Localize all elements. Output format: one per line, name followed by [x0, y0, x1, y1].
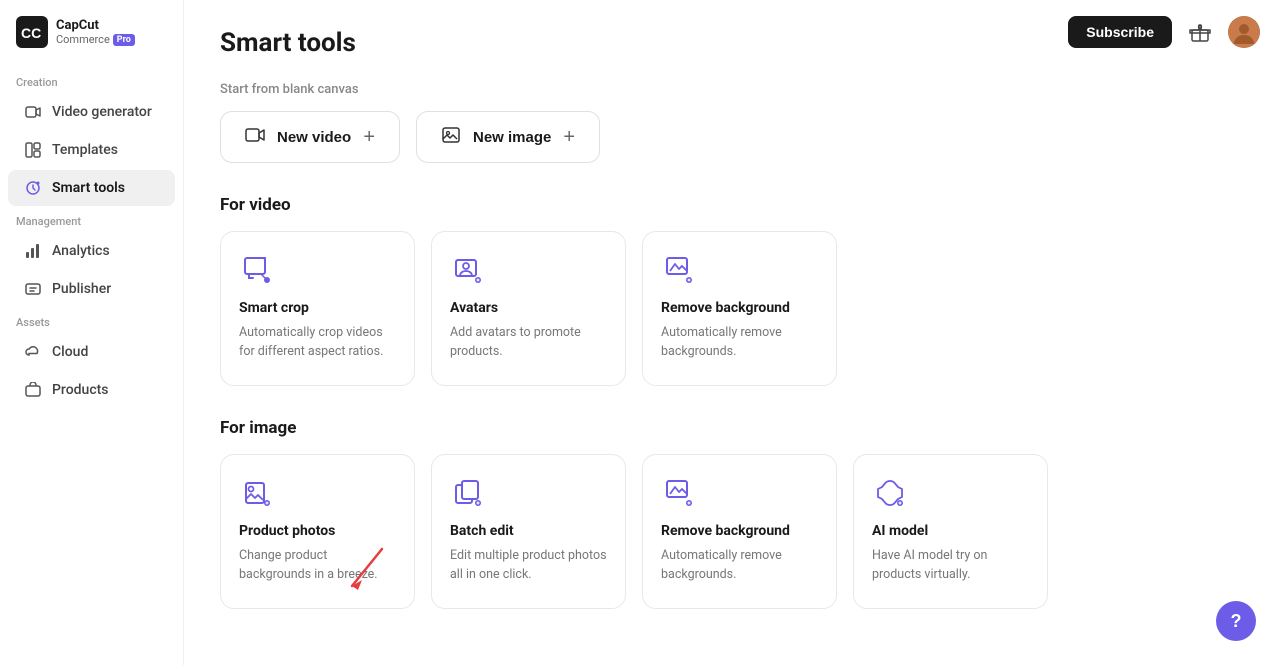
new-video-icon [245, 125, 265, 149]
avatars-card[interactable]: Avatars Add avatars to promote products. [431, 231, 626, 386]
new-image-label: New image [473, 129, 551, 146]
sidebar-item-products[interactable]: Products [8, 372, 175, 408]
management-section-label: Management [0, 207, 183, 232]
remove-bg-image-card[interactable]: Remove background Automatically remove b… [642, 454, 837, 609]
subscribe-button[interactable]: Subscribe [1068, 16, 1172, 48]
batch-edit-desc: Edit multiple product photos all in one … [450, 547, 607, 585]
templates-icon [24, 141, 42, 159]
sidebar-item-label: Smart tools [52, 180, 125, 196]
sidebar-item-publisher[interactable]: Publisher [8, 271, 175, 307]
smart-crop-desc: Automatically crop videos for different … [239, 324, 396, 362]
remove-bg-video-icon [661, 252, 697, 288]
new-video-plus-icon: + [363, 126, 375, 149]
logo-badge: Pro [113, 34, 135, 46]
sidebar-item-label: Publisher [52, 281, 111, 297]
batch-edit-card[interactable]: Batch edit Edit multiple product photos … [431, 454, 626, 609]
logo-brand: CapCut [56, 18, 135, 34]
remove-bg-image-title: Remove background [661, 523, 818, 539]
products-icon [24, 381, 42, 399]
blank-canvas-label: Start from blank canvas [220, 82, 1244, 97]
sidebar-item-cloud[interactable]: Cloud [8, 334, 175, 370]
capcut-logo-icon: CC [16, 16, 48, 48]
creation-section-label: Creation [0, 68, 183, 93]
remove-bg-image-icon [661, 475, 697, 511]
new-video-label: New video [277, 129, 351, 146]
publisher-icon [24, 280, 42, 298]
smart-crop-icon [239, 252, 275, 288]
smart-crop-card[interactable]: Smart crop Automatically crop videos for… [220, 231, 415, 386]
ai-model-desc: Have AI model try on products virtually. [872, 547, 1029, 585]
help-button[interactable]: ? [1216, 601, 1256, 641]
blank-canvas-row: New video + New image + [220, 111, 1244, 163]
header-right: Subscribe [1068, 16, 1260, 48]
video-generator-icon [24, 103, 42, 121]
avatars-desc: Add avatars to promote products. [450, 324, 607, 362]
for-image-heading: For image [220, 418, 1244, 438]
image-tools-section: For image Product photos Change product … [220, 418, 1244, 609]
sidebar-item-label: Video generator [52, 104, 152, 120]
for-video-heading: For video [220, 195, 1244, 215]
smart-tools-icon [24, 179, 42, 197]
new-video-button[interactable]: New video + [220, 111, 400, 163]
smart-crop-title: Smart crop [239, 300, 396, 316]
sidebar-item-label: Products [52, 382, 109, 398]
product-photos-title: Product photos [239, 523, 396, 539]
avatars-title: Avatars [450, 300, 607, 316]
sidebar-item-analytics[interactable]: Analytics [8, 233, 175, 269]
sidebar-item-smart-tools[interactable]: Smart tools [8, 170, 175, 206]
analytics-icon [24, 242, 42, 260]
avatars-icon [450, 252, 486, 288]
remove-bg-image-desc: Automatically remove backgrounds. [661, 547, 818, 585]
gift-icon[interactable] [1184, 16, 1216, 48]
batch-edit-title: Batch edit [450, 523, 607, 539]
sidebar-item-label: Analytics [52, 243, 110, 259]
new-image-plus-icon: + [563, 126, 575, 149]
new-image-icon [441, 125, 461, 149]
cloud-icon [24, 343, 42, 361]
logo: CC CapCut Commerce Pro [0, 16, 183, 68]
batch-edit-icon [450, 475, 486, 511]
video-tools-section: For video Smart crop Automatically crop … [220, 195, 1244, 386]
svg-text:CC: CC [21, 25, 41, 41]
logo-product: Commerce [56, 33, 110, 46]
new-image-button[interactable]: New image + [416, 111, 600, 163]
main-content: Smart tools Start from blank canvas New … [184, 0, 1280, 665]
remove-bg-video-desc: Automatically remove backgrounds. [661, 324, 818, 362]
image-cards-row: Product photos Change product background… [220, 454, 1244, 609]
sidebar-item-label: Cloud [52, 344, 88, 360]
assets-section-label: Assets [0, 308, 183, 333]
product-photos-desc: Change product backgrounds in a breeze. [239, 547, 396, 585]
sidebar: CC CapCut Commerce Pro Creation Video ge… [0, 0, 184, 665]
product-photos-card[interactable]: Product photos Change product background… [220, 454, 415, 609]
user-avatar[interactable] [1228, 16, 1260, 48]
remove-bg-video-title: Remove background [661, 300, 818, 316]
remove-bg-video-card[interactable]: Remove background Automatically remove b… [642, 231, 837, 386]
ai-model-icon [872, 475, 908, 511]
ai-model-title: AI model [872, 523, 1029, 539]
sidebar-item-video-generator[interactable]: Video generator [8, 94, 175, 130]
sidebar-item-templates[interactable]: Templates [8, 132, 175, 168]
product-photos-icon [239, 475, 275, 511]
sidebar-item-label: Templates [52, 142, 118, 158]
ai-model-card[interactable]: AI model Have AI model try on products v… [853, 454, 1048, 609]
video-cards-row: Smart crop Automatically crop videos for… [220, 231, 1244, 386]
